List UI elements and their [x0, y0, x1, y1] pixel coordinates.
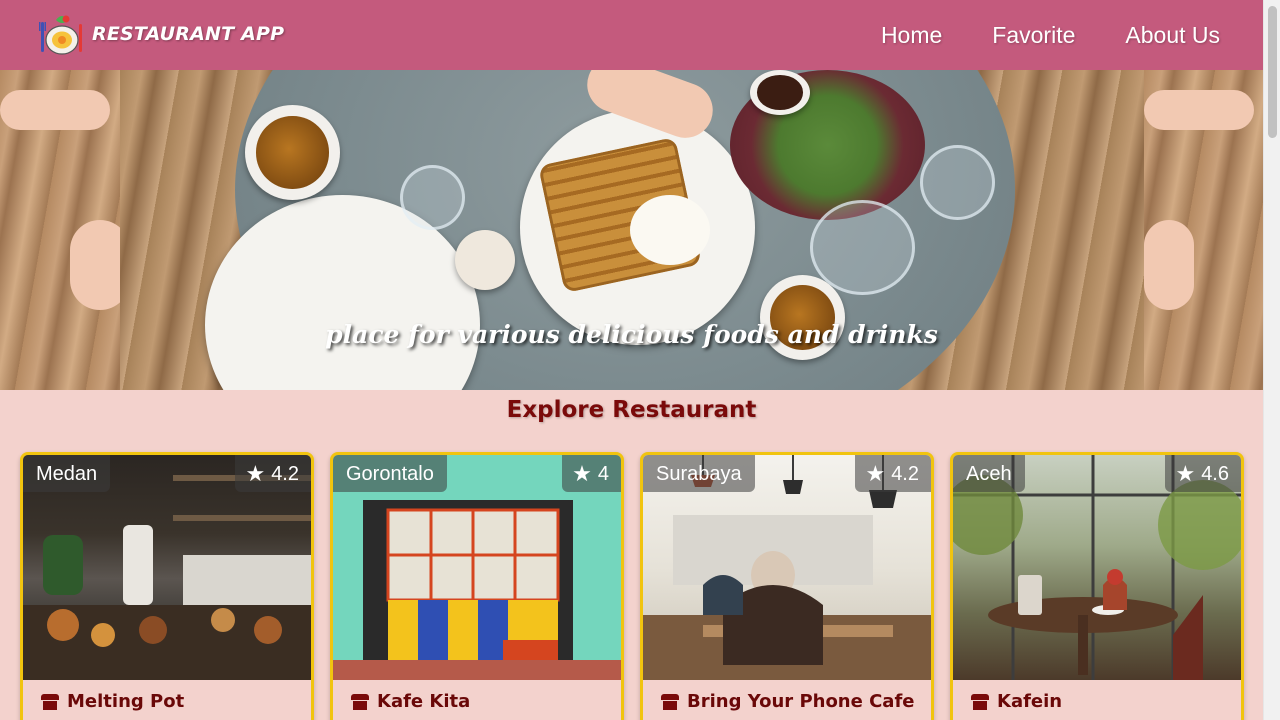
restaurant-name-label[interactable]: Melting Pot — [67, 691, 184, 712]
rating-value: 4.6 — [1201, 462, 1229, 485]
restaurant-card[interactable]: Medan ★ 4.2 Melting Pot — [20, 452, 314, 720]
page-scrollbar[interactable] — [1263, 0, 1280, 720]
brand-title[interactable]: RESTAURANT APP — [92, 23, 284, 45]
nav-home-link[interactable]: Home — [881, 22, 942, 49]
restaurant-name[interactable]: Kafein — [971, 691, 1062, 712]
app-header: RESTAURANT APP Home Favorite About Us — [0, 0, 1263, 70]
restaurant-name-label[interactable]: Kafein — [997, 691, 1062, 712]
hero-banner: place for various delicious foods and dr… — [0, 70, 1263, 390]
scrollbar-thumb[interactable] — [1268, 6, 1277, 138]
rating-badge: ★ 4.6 — [1165, 455, 1241, 492]
main-nav: Home Favorite About Us — [881, 0, 1220, 70]
restaurant-city-badge: Gorontalo — [333, 455, 447, 492]
restaurant-card[interactable]: Aceh ★ 4.6 Kafein — [950, 452, 1244, 720]
nav-favorite-link[interactable]: Favorite — [992, 22, 1075, 49]
rating-value: 4 — [597, 462, 609, 485]
nav-about-us-link[interactable]: About Us — [1125, 22, 1220, 49]
star-icon: ★ — [1175, 460, 1196, 486]
hero-tagline: place for various delicious foods and dr… — [325, 320, 938, 349]
restaurant-city-badge: Medan — [23, 455, 111, 492]
rating-badge: ★ 4.2 — [235, 455, 311, 492]
food-plate-logo-icon[interactable] — [36, 10, 84, 58]
rating-value: 4.2 — [891, 462, 919, 485]
store-icon — [661, 693, 679, 710]
restaurant-name[interactable]: Melting Pot — [41, 691, 184, 712]
store-icon — [971, 693, 989, 710]
rating-badge: ★ 4.2 — [855, 455, 931, 492]
star-icon: ★ — [245, 460, 266, 486]
star-icon: ★ — [572, 460, 592, 486]
restaurant-name-label[interactable]: Bring Your Phone Cafe — [687, 691, 915, 712]
store-icon — [41, 693, 59, 710]
restaurant-city-badge: Aceh — [953, 455, 1025, 492]
restaurant-card[interactable]: Surabaya ★ 4.2 Bring Your Phone Cafe — [640, 452, 934, 720]
restaurant-card[interactable]: Gorontalo ★ 4 Kafe Kita — [330, 452, 624, 720]
rating-value: 4.2 — [271, 462, 299, 485]
restaurant-name[interactable]: Kafe Kita — [351, 691, 470, 712]
star-icon: ★ — [865, 460, 886, 486]
restaurant-city-badge: Surabaya — [643, 455, 755, 492]
restaurant-name-label[interactable]: Kafe Kita — [377, 691, 470, 712]
store-icon — [351, 693, 369, 710]
restaurant-name[interactable]: Bring Your Phone Cafe — [661, 691, 915, 712]
rating-badge: ★ 4 — [562, 455, 621, 492]
section-title: Explore Restaurant — [506, 397, 757, 423]
